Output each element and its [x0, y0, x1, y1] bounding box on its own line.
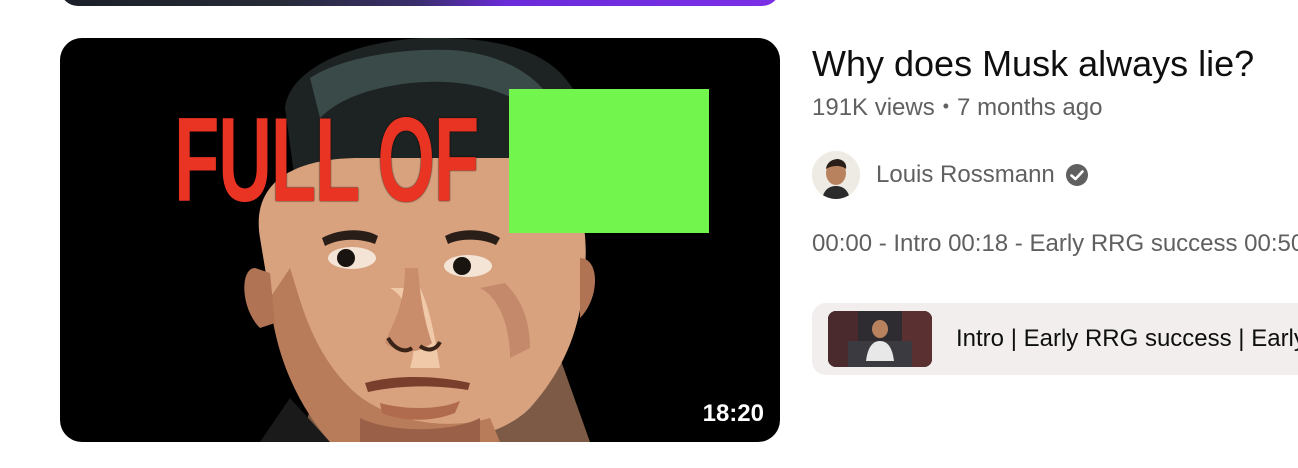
- video-title[interactable]: Why does Musk always lie?: [812, 44, 1254, 84]
- upload-age: 7 months ago: [957, 94, 1103, 121]
- video-metadata: 191K views • 7 months ago: [812, 94, 1102, 122]
- chapters-text: Intro | Early RRG success | Early: [956, 325, 1298, 352]
- video-thumbnail[interactable]: FULL OF 18:20: [60, 38, 780, 442]
- chapters-preview[interactable]: Intro | Early RRG success | Early: [812, 303, 1298, 375]
- channel-avatar[interactable]: [812, 151, 860, 199]
- thumbnail-headline: FULL OF: [174, 93, 479, 227]
- channel-row[interactable]: Louis Rossmann: [812, 150, 1089, 200]
- meta-separator: •: [942, 96, 950, 116]
- view-count: 191K views: [812, 94, 935, 121]
- video-duration-badge: 18:20: [702, 400, 764, 427]
- chapter-thumbnail-image: [828, 311, 932, 367]
- verified-check-icon: [1065, 164, 1088, 186]
- chapter-thumbnail[interactable]: [828, 311, 932, 367]
- avatar-icon: [812, 151, 860, 199]
- search-results-page: FULL OF 18:20 Why does Musk always lie? …: [0, 0, 1298, 468]
- thumbnail-green-box: [509, 89, 709, 233]
- previous-result-thumbnail[interactable]: [60, 0, 780, 6]
- channel-name[interactable]: Louis Rossmann: [876, 161, 1055, 189]
- description-snippet: 00:00 - Intro 00:18 - Early RRG success …: [812, 230, 1298, 257]
